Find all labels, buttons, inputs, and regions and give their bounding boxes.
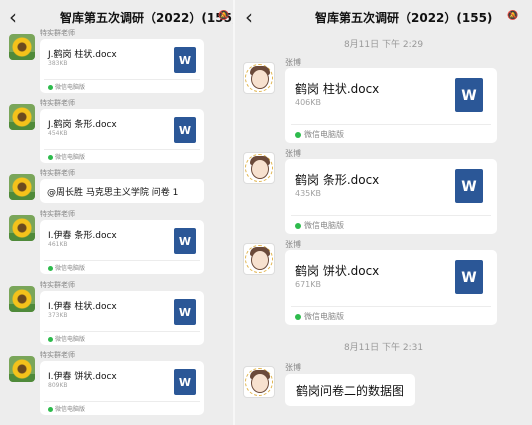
text-bubble[interactable]: @周长胜 马克思主义学院 问卷 1	[40, 179, 204, 203]
sender-name: 张博	[285, 149, 301, 158]
right-chat-panel: ‹ 智库第五次调研（2022）(155) 🔕 8月11日 下午 2:29 张博 …	[235, 0, 532, 425]
chat-title: 智库第五次调研（2022）(155)	[60, 11, 233, 25]
avatar[interactable]	[9, 174, 35, 200]
source-label: 微信电脑版	[48, 263, 85, 272]
file-card[interactable]: 鹤岗 条形.docx 435KB W 微信电脑版	[285, 159, 497, 234]
divider	[44, 79, 200, 80]
file-size: 809KB	[48, 382, 68, 389]
avatar[interactable]	[9, 286, 35, 312]
sender-name: 张博	[285, 58, 301, 67]
avatar[interactable]	[243, 243, 275, 275]
chevron-left-icon[interactable]: ‹	[9, 7, 17, 27]
file-card[interactable]: I.伊春 柱状.docx 373KB W 微信电脑版	[40, 291, 204, 345]
divider	[44, 149, 200, 150]
divider	[291, 124, 491, 125]
wechat-icon	[48, 155, 53, 160]
file-name: J.鹤岗 条形.docx	[48, 120, 117, 130]
wechat-icon	[295, 313, 301, 320]
file-size: 454KB	[48, 130, 68, 137]
sender-name: 特实群老师	[40, 210, 75, 218]
file-size: 406KB	[295, 98, 322, 107]
file-name: 鹤岗 饼状.docx	[295, 264, 380, 278]
file-card[interactable]: I.伊春 条形.docx 461KB W 微信电脑版	[40, 220, 204, 274]
word-doc-icon: W	[174, 228, 196, 254]
word-doc-icon: W	[174, 47, 196, 73]
wechat-icon	[295, 222, 301, 229]
word-doc-icon: W	[455, 260, 483, 294]
divider	[44, 401, 200, 402]
sender-name: 特实群老师	[40, 281, 75, 289]
screenshot: ‹ 智库第五次调研（2022）(155) 🔕 特实群老师 J.鹤岗 柱状.doc…	[0, 0, 532, 425]
file-name: I.伊春 饼状.docx	[48, 372, 117, 382]
sender-name: 特实群老师	[40, 99, 75, 107]
word-doc-icon: W	[455, 78, 483, 112]
divider	[44, 260, 200, 261]
file-card[interactable]: 鹤岗 柱状.docx 406KB W 微信电脑版	[285, 68, 497, 143]
wechat-icon	[48, 85, 53, 90]
sender-name: 特实群老师	[40, 169, 75, 177]
sender-name: 张博	[285, 363, 301, 372]
word-doc-icon: W	[174, 369, 196, 395]
bell-mute-icon: 🔕	[507, 11, 519, 21]
file-card[interactable]: J.鹤岗 条形.docx 454KB W 微信电脑版	[40, 109, 204, 163]
avatar[interactable]	[243, 152, 275, 184]
left-chat-panel: ‹ 智库第五次调研（2022）(155) 🔕 特实群老师 J.鹤岗 柱状.doc…	[0, 0, 233, 425]
file-name: I.伊春 柱状.docx	[48, 302, 117, 312]
bell-mute-icon: 🔕	[218, 11, 230, 21]
file-size: 373KB	[48, 312, 68, 319]
avatar[interactable]	[243, 366, 275, 398]
file-name: I.伊春 条形.docx	[48, 231, 117, 241]
file-size: 461KB	[48, 241, 68, 248]
word-doc-icon: W	[455, 169, 483, 203]
avatar[interactable]	[9, 356, 35, 382]
sender-name: 特实群老师	[40, 351, 75, 359]
word-doc-icon: W	[174, 117, 196, 143]
text-bubble[interactable]: 鹤岗问卷二的数据图	[285, 374, 416, 406]
wechat-icon	[48, 266, 53, 271]
sender-name: 张博	[285, 240, 301, 249]
chat-header: ‹ 智库第五次调研（2022）(155) 🔕	[235, 0, 532, 34]
wechat-icon	[48, 337, 53, 342]
chat-title: 智库第五次调研（2022）(155)	[315, 11, 493, 25]
file-card[interactable]: J.鹤岗 柱状.docx 383KB W 微信电脑版	[40, 39, 204, 93]
chevron-left-icon[interactable]: ‹	[245, 7, 253, 27]
avatar[interactable]	[243, 62, 275, 94]
source-label: 微信电脑版	[295, 129, 344, 140]
wechat-icon	[48, 407, 53, 412]
timestamp: 8月11日 下午 2:31	[343, 343, 424, 353]
file-name: J.鹤岗 柱状.docx	[48, 50, 117, 60]
chat-header: ‹ 智库第五次调研（2022）(155) 🔕	[0, 0, 233, 34]
divider	[291, 306, 491, 307]
source-label: 微信电脑版	[48, 404, 85, 413]
avatar[interactable]	[9, 104, 35, 130]
source-label: 微信电脑版	[48, 82, 85, 91]
timestamp: 8月11日 下午 2:29	[343, 40, 424, 50]
word-doc-icon: W	[174, 299, 196, 325]
file-name: 鹤岗 条形.docx	[295, 173, 380, 187]
avatar[interactable]	[9, 34, 35, 60]
file-name: 鹤岗 柱状.docx	[295, 82, 380, 96]
wechat-icon	[295, 131, 301, 138]
file-card[interactable]: I.伊春 饼状.docx 809KB W 微信电脑版	[40, 361, 204, 415]
divider	[44, 331, 200, 332]
source-label: 微信电脑版	[48, 334, 85, 343]
source-label: 微信电脑版	[295, 220, 344, 231]
file-size: 671KB	[295, 280, 322, 289]
file-size: 435KB	[295, 189, 322, 198]
avatar[interactable]	[9, 215, 35, 241]
source-label: 微信电脑版	[48, 152, 85, 161]
file-size: 383KB	[48, 60, 68, 67]
file-card[interactable]: 鹤岗 饼状.docx 671KB W 微信电脑版	[285, 250, 497, 325]
source-label: 微信电脑版	[295, 311, 344, 322]
divider	[291, 215, 491, 216]
sender-name: 特实群老师	[40, 29, 75, 37]
